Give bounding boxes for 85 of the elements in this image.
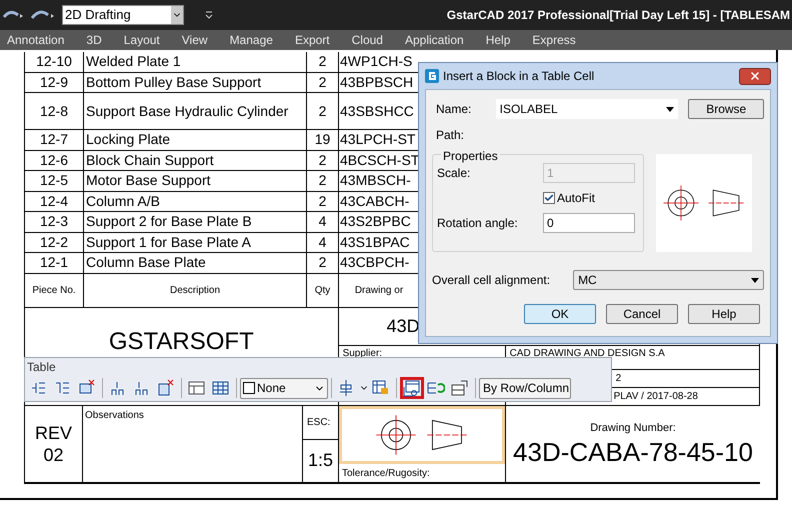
table-cell: Piece No. (25, 274, 84, 308)
table-cell: Locking Plate (84, 130, 307, 150)
delete-column-icon (157, 379, 175, 397)
undo-icon[interactable] (2, 9, 24, 21)
menu-item[interactable]: Help (486, 31, 510, 49)
field-label: Rotation angle: (437, 215, 519, 232)
table-cell: 12-1 (25, 253, 84, 274)
drawing-number: 43D-CABA-78-45-10 (513, 436, 753, 467)
table-cell: Bottom Pulley Base Support (84, 72, 307, 93)
table-cell: 12-7 (25, 130, 84, 150)
revision-number: 02 (43, 444, 64, 466)
menu-item[interactable]: Cloud (352, 31, 383, 49)
field-label: Scale: (437, 165, 472, 182)
toolbar-title: Table (26, 359, 57, 376)
revision-label: REV (34, 422, 72, 444)
table-cell: 2 (307, 192, 339, 212)
border-dropdown[interactable]: None (240, 378, 328, 398)
menu-item[interactable]: Application (404, 31, 464, 49)
table-cell: Support 1 for Base Plate A (84, 232, 307, 253)
checkbox-label: AutoFit (557, 190, 596, 207)
menu-item[interactable]: 3D (86, 31, 102, 49)
field-label: Overall cell alignment: (432, 272, 552, 289)
merge-cells-icon (188, 379, 206, 397)
menu-item[interactable]: Express (532, 31, 576, 49)
alignment-dropdown[interactable]: MC (573, 270, 764, 290)
redo-icon[interactable] (30, 9, 56, 21)
name-dropdown[interactable]: ISOLABEL (496, 99, 678, 119)
close-icon (749, 70, 761, 82)
table-cell: 2 (307, 93, 339, 130)
app-logo-icon (425, 69, 439, 83)
table-cell: 2 (307, 171, 339, 192)
browse-button[interactable]: Browse (688, 99, 764, 119)
insert-block-icon (403, 379, 421, 397)
table-cell: 12-8 (25, 93, 84, 130)
table-cell: Column Base Plate (84, 253, 307, 274)
dialog-title: Insert a Block in a Table Cell (443, 68, 594, 85)
table-cell: 12-5 (25, 171, 84, 192)
field-label: Path: (435, 127, 466, 144)
dropdown-arrow-icon (751, 278, 759, 282)
table-cell: 2 (307, 52, 339, 72)
table-cell: ESC: (303, 406, 338, 440)
dialog-button[interactable]: OK (524, 304, 596, 324)
dropdown-arrow-icon (666, 106, 674, 112)
table-cell: 19 (307, 130, 339, 150)
grid-icon (212, 379, 230, 397)
workspace-dropdown[interactable]: 2D Drafting (62, 5, 184, 25)
mode-dropdown[interactable]: By Row/Column (479, 378, 571, 398)
rotation-field[interactable]: 0 (543, 213, 635, 233)
table-cell: Block Chain Support (84, 150, 307, 171)
menu-item[interactable]: Layout (124, 31, 160, 49)
table-cell: Observations (83, 406, 303, 482)
table-cell: Description (84, 274, 307, 308)
table-cell: Support Base Hydraulic Cylinder (84, 93, 307, 130)
table-cell: 2 (307, 253, 339, 274)
table-cell: 12-10 (25, 52, 84, 72)
field-label: Name: (435, 101, 472, 118)
dialog-button[interactable]: Cancel (606, 304, 678, 324)
dialog-button[interactable]: Help (688, 304, 760, 324)
table-cell: 2 (307, 150, 339, 171)
table-cell: 12-6 (25, 150, 84, 171)
table-cell: Column A/B (84, 192, 307, 212)
menu-item[interactable]: Annotation (7, 31, 64, 49)
table-cell: Welded Plate 1 (84, 52, 307, 72)
table-cell-text: Drawing Number: (590, 421, 676, 436)
table-cell-text: 1:5 (306, 449, 334, 472)
table-cell: 12-2 (25, 232, 84, 253)
table-cell: 4 (307, 212, 339, 232)
table-cell-text: Tolerance/Rugosity: (341, 466, 431, 480)
customize-icon[interactable] (204, 10, 214, 20)
menu-item[interactable]: Manage (230, 31, 273, 49)
autofit-checkbox[interactable] (543, 192, 555, 204)
table-cell: Support 2 for Base Plate B (84, 212, 307, 232)
menu-item[interactable]: View (182, 31, 208, 49)
window-title: GstarCAD 2017 Professional[Trial Day Left 15] - [TABLESAM (446, 7, 791, 24)
table-cell: 4 (307, 232, 339, 253)
border-swatch-icon (243, 382, 255, 394)
close-button[interactable] (739, 68, 771, 84)
menu-item[interactable]: Export (294, 31, 330, 49)
toolbar-button[interactable] (400, 377, 424, 399)
table-cell: 12-9 (25, 72, 84, 93)
table-cell: 12-3 (25, 212, 84, 232)
table-cell: 12-4 (25, 192, 84, 212)
table-cell: 2 (307, 72, 339, 93)
table-cell: Motor Base Support (84, 171, 307, 192)
table-cell: Qty (307, 274, 339, 308)
